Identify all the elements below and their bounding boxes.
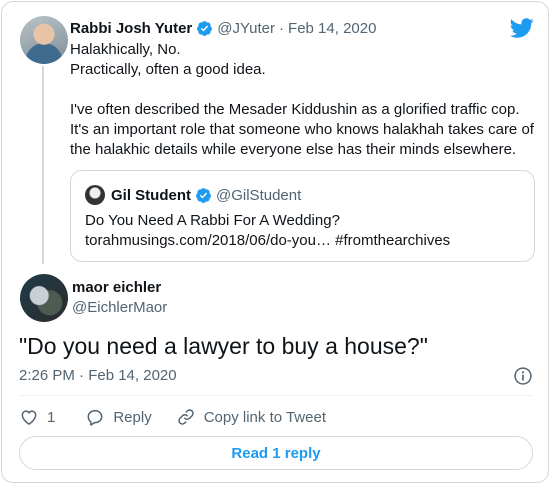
tweet-line: It's an important role that someone who …: [70, 121, 534, 138]
tweet-line: Halakhically, No.: [70, 41, 181, 58]
divider: [19, 395, 533, 396]
parent-tweet-header: Rabbi Josh Yuter @JYuter · Feb 14, 2020: [70, 18, 376, 38]
info-icon[interactable]: [513, 366, 533, 386]
tweet-paragraph-gap: [70, 80, 540, 100]
reply-button[interactable]: Reply: [85, 407, 152, 427]
parent-author-handle[interactable]: @JYuter: [217, 20, 275, 37]
parent-tweet-date[interactable]: Feb 14, 2020: [288, 20, 376, 37]
parent-author-name[interactable]: Rabbi Josh Yuter: [70, 20, 192, 37]
avatar-gil-student: [85, 185, 105, 205]
quoted-tweet-link: torahmusings.com/2018/06/do-you… #fromth…: [85, 232, 451, 249]
verified-badge-icon: [197, 20, 213, 36]
quoted-tweet-header: Gil Student @GilStudent: [85, 185, 301, 205]
embedded-tweet-card: Rabbi Josh Yuter @JYuter · Feb 14, 2020 …: [1, 1, 549, 483]
quoted-author-handle: @GilStudent: [216, 186, 302, 204]
avatar-maor-eichler[interactable]: [20, 274, 68, 322]
tweet-line: I've often described the Mesader Kiddush…: [70, 101, 520, 118]
quoted-tweet-card[interactable]: Gil Student @GilStudent Do You Need A Ra…: [70, 170, 535, 262]
verified-badge-icon: [196, 187, 211, 203]
tweet-line: Practically, often a good idea.: [70, 61, 266, 78]
thread-line: [42, 66, 44, 264]
reply-author-name[interactable]: maor eichler: [72, 279, 161, 296]
reply-timestamp[interactable]: 2:26 PM · Feb 14, 2020: [19, 367, 177, 384]
action-bar: 1 Reply Copy link to Tweet: [19, 406, 326, 428]
twitter-logo-icon[interactable]: [510, 16, 534, 40]
reply-label: Reply: [113, 408, 152, 426]
quoted-tweet-text: Do You Need A Rabbi For A Wedding? torah…: [85, 211, 525, 251]
avatar-rabbi-josh-yuter[interactable]: [20, 16, 68, 64]
copy-link-label: Copy link to Tweet: [203, 408, 326, 426]
like-button[interactable]: 1: [19, 407, 55, 427]
reply-tweet-text: "Do you need a lawyer to buy a house?": [19, 333, 428, 359]
like-count: 1: [47, 408, 56, 426]
heart-icon: [21, 410, 37, 425]
quoted-author-name: Gil Student: [111, 186, 191, 204]
copy-link-button[interactable]: Copy link to Tweet: [176, 407, 326, 427]
reply-icon: [87, 410, 103, 426]
tweet-line: the halakhic details while everyone else…: [70, 141, 517, 158]
reply-author-handle[interactable]: @EichlerMaor: [72, 299, 167, 316]
read-replies-button[interactable]: Read 1 reply: [19, 436, 533, 470]
header-separator: ·: [279, 19, 285, 37]
link-icon: [177, 409, 194, 425]
parent-tweet-text: Halakhically, No. Practically, often a g…: [70, 40, 540, 160]
quoted-tweet-title: Do You Need A Rabbi For A Wedding?: [85, 212, 340, 229]
